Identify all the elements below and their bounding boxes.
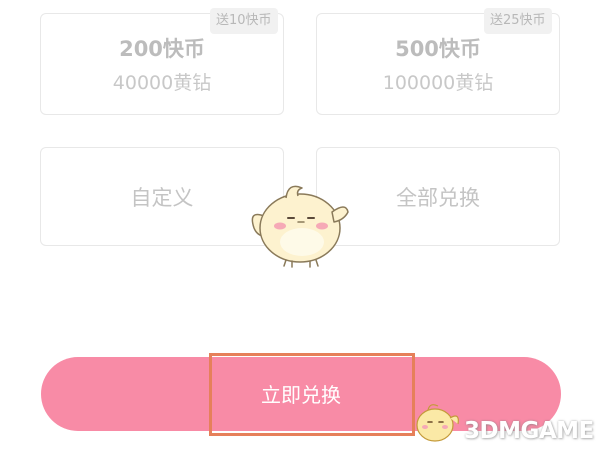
package-diamonds: 40000黄钻: [112, 72, 212, 94]
watermark-mascot-icon: [416, 404, 459, 442]
mascot-bird-icon: [251, 185, 349, 268]
package-diamonds: 100000黄钻: [382, 72, 494, 94]
package-amount: 200快币: [119, 37, 205, 61]
bonus-tag: 送25快币: [484, 8, 552, 34]
package-amount: 500快币: [395, 37, 481, 61]
bonus-tag: 送10快币: [210, 8, 278, 34]
exchange-now-label: 立即兑换: [261, 383, 341, 407]
watermark-text: 3DMGAME: [464, 418, 594, 444]
